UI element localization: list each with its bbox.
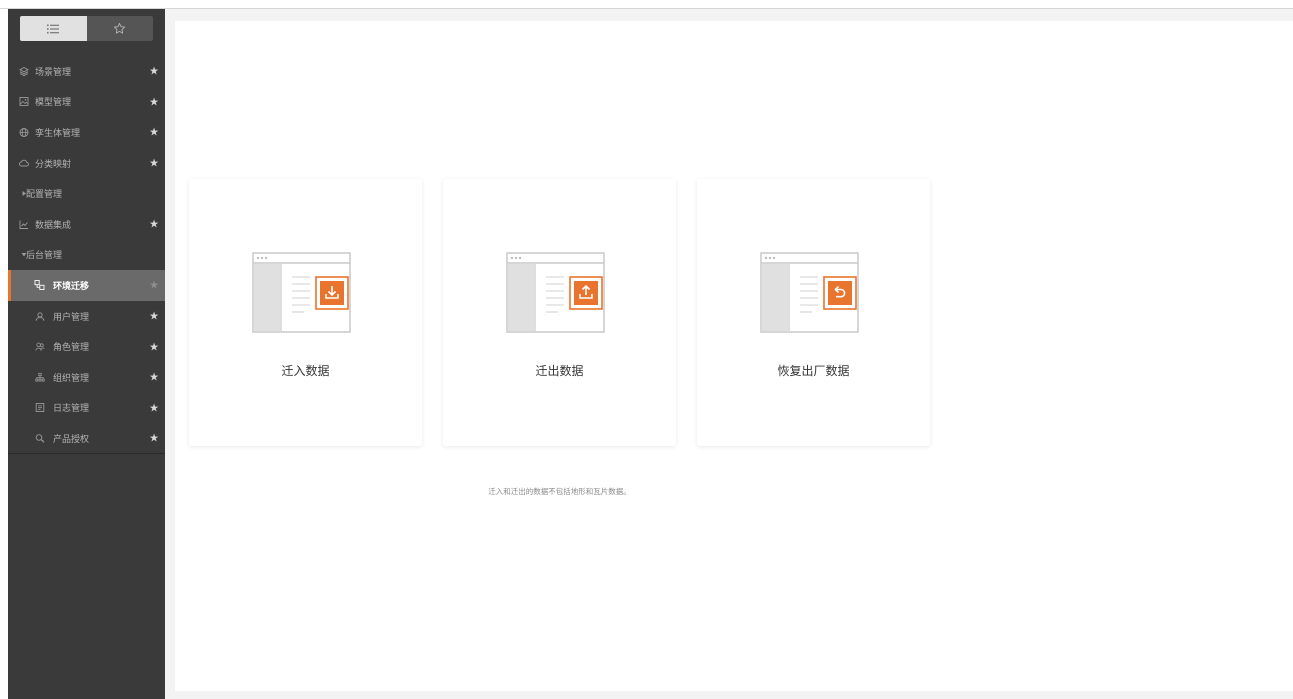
sidebar: 场景管理 ★ 模型管理 ★ 孪生体管理 ★ 分类映射 ★ 配置管理 数据集成 ★… xyxy=(8,9,165,699)
sidebar-item-label: 角色管理 xyxy=(53,343,90,354)
line-chart-icon xyxy=(18,219,29,230)
sidebar-item-product-license[interactable]: 产品授权 ★ xyxy=(8,423,165,454)
sidebar-item-label: 孪生体管理 xyxy=(35,128,81,139)
migration-note: 迁入和迁出的数据不包括地形和瓦片数据。 xyxy=(488,487,631,496)
import-icon xyxy=(252,250,356,334)
sidebar-item-label: 后台管理 xyxy=(26,251,63,262)
migrate-icon xyxy=(34,280,45,291)
top-border xyxy=(0,0,1293,9)
sidebar-item-organization-management[interactable]: 组织管理 ★ xyxy=(8,362,165,393)
sidebar-item-category-mapping[interactable]: 分类映射 ★ xyxy=(8,148,165,179)
favorite-star-icon[interactable]: ★ xyxy=(149,157,159,170)
layers-icon xyxy=(18,66,29,77)
favorite-star-icon[interactable]: ★ xyxy=(149,95,159,108)
export-icon xyxy=(506,250,610,334)
favorite-star-icon[interactable]: ★ xyxy=(149,279,159,292)
sidebar-item-label: 配置管理 xyxy=(26,190,63,201)
sidebar-menu: 场景管理 ★ 模型管理 ★ 孪生体管理 ★ 分类映射 ★ 配置管理 数据集成 ★… xyxy=(8,56,165,454)
sidebar-item-label: 产品授权 xyxy=(53,434,90,445)
favorite-star-icon[interactable]: ★ xyxy=(149,126,159,139)
users-icon xyxy=(34,341,45,352)
log-icon xyxy=(34,402,45,413)
favorites-toggle[interactable] xyxy=(87,16,154,41)
sidebar-item-model-management[interactable]: 模型管理 ★ xyxy=(8,87,165,118)
favorite-star-icon[interactable]: ★ xyxy=(149,218,159,231)
sidebar-item-label: 场景管理 xyxy=(35,67,72,78)
sidebar-item-role-management[interactable]: 角色管理 ★ xyxy=(8,331,165,362)
card-title: 迁入数据 xyxy=(281,364,330,378)
sidebar-item-label: 数据集成 xyxy=(35,220,72,231)
favorite-star-icon[interactable]: ★ xyxy=(149,401,159,414)
sidebar-item-label: 用户管理 xyxy=(53,312,90,323)
cloud-icon xyxy=(18,158,29,169)
sidebar-item-data-integration[interactable]: 数据集成 ★ xyxy=(8,209,165,240)
import-data-card[interactable]: 迁入数据 xyxy=(189,179,422,446)
list-icon xyxy=(47,24,60,34)
card-title: 恢复出厂数据 xyxy=(777,364,850,378)
favorite-star-icon[interactable]: ★ xyxy=(149,340,159,353)
sidebar-item-label: 模型管理 xyxy=(35,98,72,109)
org-icon xyxy=(34,372,45,383)
sidebar-item-label: 组织管理 xyxy=(53,373,90,384)
sidebar-item-log-management[interactable]: 日志管理 ★ xyxy=(8,393,165,424)
restore-factory-data-card[interactable]: 恢复出厂数据 xyxy=(697,179,930,446)
globe-icon xyxy=(18,127,29,138)
sidebar-group-config-management[interactable]: 配置管理 xyxy=(8,178,165,209)
key-icon xyxy=(34,433,45,444)
sidebar-item-label: 日志管理 xyxy=(53,404,90,415)
sidebar-item-scene-management[interactable]: 场景管理 ★ xyxy=(8,56,165,87)
export-data-card[interactable]: 迁出数据 xyxy=(443,179,676,446)
star-outline-icon xyxy=(113,22,126,35)
sidebar-item-label: 环境迁移 xyxy=(53,281,90,292)
image-icon xyxy=(18,96,29,107)
sidebar-item-user-management[interactable]: 用户管理 ★ xyxy=(8,301,165,332)
sidebar-item-twin-management[interactable]: 孪生体管理 ★ xyxy=(8,117,165,148)
sidebar-view-toggle xyxy=(20,16,153,41)
menu-list-toggle[interactable] xyxy=(20,16,87,41)
favorite-star-icon[interactable]: ★ xyxy=(149,371,159,384)
sidebar-item-label: 分类映射 xyxy=(35,159,72,170)
migration-cards: 迁入数据 迁出数据 恢复出厂数据 xyxy=(189,179,930,446)
card-title: 迁出数据 xyxy=(535,364,584,378)
favorite-star-icon[interactable]: ★ xyxy=(149,310,159,323)
sidebar-item-environment-migration[interactable]: 环境迁移 ★ xyxy=(8,270,165,301)
sidebar-group-backend-management[interactable]: 后台管理 xyxy=(8,240,165,271)
favorite-star-icon[interactable]: ★ xyxy=(149,432,159,445)
restore-icon xyxy=(760,250,864,334)
favorite-star-icon[interactable]: ★ xyxy=(149,65,159,78)
user-icon xyxy=(34,311,45,322)
menu-divider xyxy=(8,453,165,454)
